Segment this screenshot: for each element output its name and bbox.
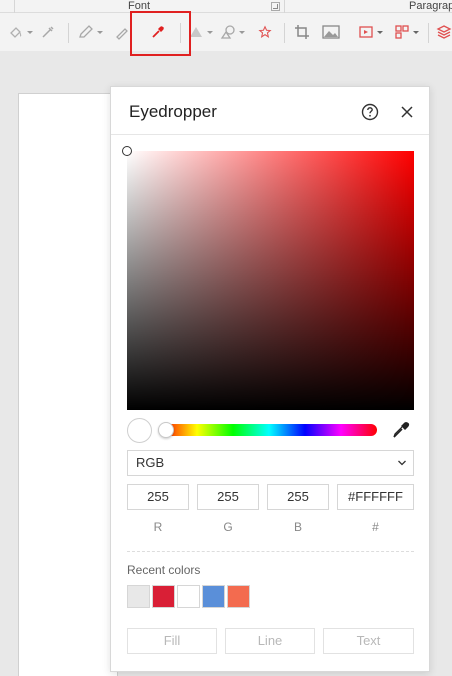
- crop-icon: [295, 25, 309, 39]
- hex-value-field[interactable]: #FFFFFF: [337, 484, 414, 510]
- star-icon: [258, 25, 272, 38]
- crop-button[interactable]: [294, 21, 310, 43]
- eyedropper-highlight: [130, 11, 191, 56]
- recent-color-swatch[interactable]: [202, 585, 225, 608]
- g-label: G: [223, 520, 233, 534]
- eyedropper-pick-icon[interactable]: [391, 420, 411, 440]
- line-button[interactable]: Line: [225, 628, 315, 654]
- eyedropper-panel: Eyedropper RGB 255 255 255 #FFFFFF R G B…: [110, 86, 430, 672]
- r-label: R: [153, 520, 163, 534]
- image-button[interactable]: [322, 21, 340, 43]
- recent-colors-label: Recent colors: [127, 563, 201, 577]
- panel-title: Eyedropper: [129, 102, 217, 121]
- format-painter-button[interactable]: [8, 21, 33, 43]
- pencil-button[interactable]: [114, 21, 130, 43]
- toolbar-separator: [68, 23, 69, 43]
- help-icon[interactable]: [361, 103, 379, 121]
- play-icon: [359, 26, 373, 38]
- media-button[interactable]: [358, 21, 383, 43]
- image-icon: [322, 25, 340, 39]
- r-value-field[interactable]: 255: [127, 484, 189, 510]
- pen-button[interactable]: [78, 21, 103, 43]
- shape-button[interactable]: [188, 21, 213, 43]
- layers-button[interactable]: [436, 21, 452, 43]
- layers-icon: [436, 25, 452, 39]
- pencil-icon: [116, 28, 128, 40]
- recent-color-swatch[interactable]: [177, 585, 200, 608]
- group-separator: [14, 0, 15, 13]
- pen-icon: [79, 25, 93, 38]
- font-dialog-launcher-icon[interactable]: [271, 2, 280, 11]
- current-color-preview: [127, 418, 152, 443]
- fill-button[interactable]: Fill: [127, 628, 217, 654]
- saturation-value-picker[interactable]: [122, 146, 414, 410]
- layout-icon: [395, 25, 409, 39]
- paragraph-group-label: Paragrap: [409, 0, 452, 12]
- b-label: B: [293, 520, 302, 534]
- hue-slider[interactable]: [158, 422, 377, 438]
- close-icon[interactable]: [398, 103, 416, 121]
- hue-slider-thumb[interactable]: [158, 422, 174, 438]
- text-button[interactable]: Text: [323, 628, 414, 654]
- recent-color-swatch[interactable]: [227, 585, 250, 608]
- chevron-down-icon: [398, 460, 406, 466]
- ribbon-group-bar: Font Paragrap: [0, 0, 452, 13]
- panel-header: Eyedropper: [111, 87, 429, 135]
- document-page: [18, 93, 118, 676]
- toolbar-separator: [284, 23, 285, 43]
- eyedropper-icon: [42, 26, 54, 38]
- group-separator: [284, 0, 285, 13]
- divider: [127, 551, 414, 552]
- toolbar: [0, 13, 452, 51]
- star-button[interactable]: [258, 21, 272, 43]
- toolbar-separator: [428, 23, 429, 43]
- shapes-button[interactable]: [220, 21, 245, 43]
- shapes-icon: [220, 25, 235, 39]
- sv-picker-handle[interactable]: [122, 146, 132, 156]
- recent-color-swatch[interactable]: [127, 585, 150, 608]
- eyedropper-gray-button[interactable]: [40, 21, 56, 43]
- recent-color-swatch[interactable]: [152, 585, 175, 608]
- paint-bucket-icon: [10, 27, 22, 38]
- hex-label: #: [372, 520, 379, 534]
- layout-button[interactable]: [394, 21, 419, 43]
- color-mode-select[interactable]: RGB: [127, 450, 414, 476]
- b-value-field[interactable]: 255: [267, 484, 329, 510]
- g-value-field[interactable]: 255: [197, 484, 259, 510]
- color-mode-value: RGB: [136, 455, 165, 470]
